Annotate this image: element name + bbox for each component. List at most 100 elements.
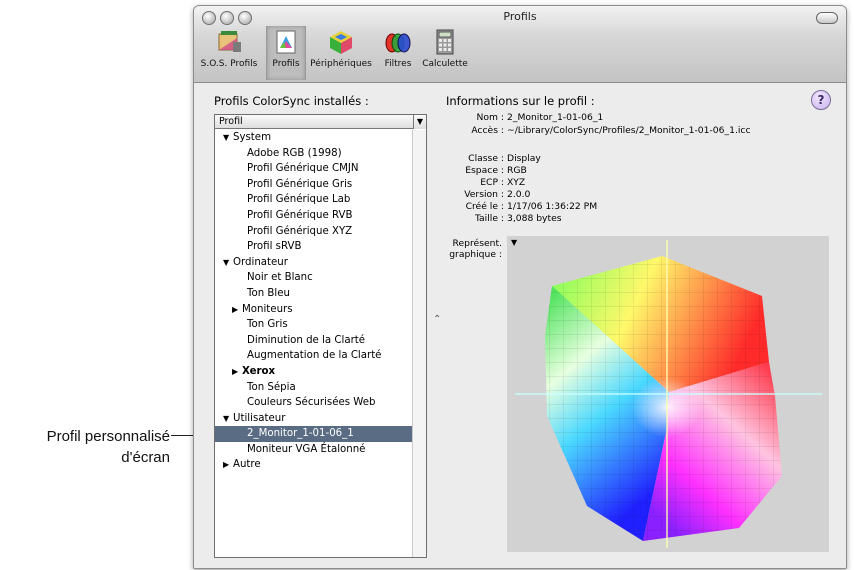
profile-list-item[interactable]: Moniteur VGA Étalonné bbox=[215, 442, 412, 458]
disclosure-closed-icon[interactable]: ▶ bbox=[232, 302, 242, 318]
profile-list-item-label: Profil Générique Lab bbox=[247, 194, 351, 206]
profile-list-item[interactable]: 2_Monitor_1-01-06_1 bbox=[215, 426, 412, 442]
disclosure-open-icon[interactable]: ▼ bbox=[223, 255, 233, 271]
profile-list-item-label: Moniteurs bbox=[242, 303, 293, 315]
profile-list-item[interactable]: ▶ Moniteurs bbox=[215, 302, 412, 318]
disclosure-closed-icon[interactable]: ▶ bbox=[223, 457, 233, 473]
profile-list-item[interactable]: ▼ Ordinateur bbox=[215, 255, 412, 271]
info-key: Accès : bbox=[471, 125, 504, 136]
profile-list-item-label: Utilisateur bbox=[233, 412, 286, 424]
profile-list-item-label: Xerox bbox=[242, 365, 276, 377]
profile-list-item[interactable]: Diminution de la Clarté bbox=[215, 333, 412, 349]
profile-rows: ▼ System Adobe RGB (1998) Profil Générique … bbox=[215, 130, 412, 473]
profile-list-item-label: Couleurs Sécurisées Web bbox=[247, 397, 376, 409]
profile-list-item[interactable]: Adobe RGB (1998) bbox=[215, 146, 412, 162]
info-value: 2.0.0 bbox=[507, 189, 531, 200]
profile-list-item[interactable]: Profil Générique RVB bbox=[215, 208, 412, 224]
gamut-graph[interactable] bbox=[507, 236, 829, 552]
profile-list-item[interactable]: Augmentation de la Clarté bbox=[215, 348, 412, 364]
profils-window: Profils S.O.S. Profils Profils Périphéri… bbox=[193, 5, 847, 569]
profile-list-item[interactable]: Ton Bleu bbox=[215, 286, 412, 302]
info-value: RGB bbox=[507, 165, 527, 176]
profils-icon bbox=[272, 28, 300, 56]
profile-list-item-label: Noir et Blanc bbox=[247, 272, 313, 284]
graph-label: Représent. graphique : bbox=[449, 238, 502, 260]
list-scrollbar[interactable] bbox=[412, 130, 426, 557]
info-value: 1/17/06 1:36:22 PM bbox=[507, 201, 598, 212]
tool-sos-profils[interactable]: S.O.S. Profils bbox=[196, 26, 262, 80]
info-value: ~/Library/ColorSync/Profiles/2_Monitor_1… bbox=[507, 125, 751, 136]
profile-list[interactable]: Profil ▼ ▼ System Adobe RGB (1998) Profil G… bbox=[214, 114, 427, 558]
window-title: Profils bbox=[503, 10, 537, 23]
sos-profils-icon bbox=[215, 28, 243, 56]
info-key: Taille : bbox=[474, 213, 504, 224]
tool-label: S.O.S. Profils bbox=[200, 59, 258, 69]
profile-list-item[interactable]: Profil sRVB bbox=[215, 239, 412, 255]
info-key: ECP : bbox=[480, 177, 504, 188]
info-value: Display bbox=[507, 153, 541, 164]
help-button[interactable]: ? bbox=[811, 90, 831, 110]
profile-list-item-label: Profil Générique XYZ bbox=[247, 225, 353, 237]
tool-profils[interactable]: Profils bbox=[266, 26, 306, 80]
tool-calculette[interactable]: Calculette bbox=[420, 26, 470, 80]
profile-list-item-label: Profil Générique RVB bbox=[247, 209, 353, 221]
callout-label: Profil personnalisé d'écran bbox=[0, 426, 170, 468]
profile-list-item[interactable]: ▶ Xerox bbox=[215, 364, 412, 380]
info-key: Espace : bbox=[465, 165, 504, 176]
profile-list-item[interactable]: ▶ Autre bbox=[215, 457, 412, 473]
tool-peripheriques[interactable]: Périphériques bbox=[306, 26, 376, 80]
profile-column-header[interactable]: Profil bbox=[215, 115, 413, 129]
tool-label: Filtres bbox=[384, 59, 412, 69]
profile-list-item-label: Ton Gris bbox=[247, 319, 288, 331]
profile-list-item-label: Profil Générique CMJN bbox=[247, 163, 359, 175]
gamut-plot bbox=[515, 240, 822, 548]
profile-list-item-label: Ordinateur bbox=[233, 256, 288, 268]
profile-list-item-label: Moniteur VGA Étalonné bbox=[247, 443, 366, 455]
profile-list-item-label: Adobe RGB (1998) bbox=[247, 147, 342, 159]
installed-profiles-label: Profils ColorSync installés : bbox=[214, 94, 369, 108]
profile-list-item-label: Augmentation de la Clarté bbox=[247, 350, 382, 362]
profile-list-item-label: Diminution de la Clarté bbox=[247, 334, 366, 346]
tool-label: Profils bbox=[272, 59, 300, 69]
info-value: XYZ bbox=[507, 177, 526, 188]
profile-list-item-label: Autre bbox=[233, 459, 261, 471]
profile-list-item[interactable]: ▼ Utilisateur bbox=[215, 411, 412, 427]
info-key: Créé le : bbox=[465, 201, 504, 212]
peripheriques-icon bbox=[327, 28, 355, 56]
window-titlebar: Profils S.O.S. Profils Profils Périphéri… bbox=[194, 6, 846, 83]
callout-line1: Profil personnalisé bbox=[46, 428, 170, 445]
profile-list-item[interactable]: Ton Gris bbox=[215, 317, 412, 333]
tool-filtres[interactable]: Filtres bbox=[378, 26, 418, 80]
profile-info-label: Informations sur le profil : bbox=[446, 94, 595, 108]
info-key: Classe : bbox=[468, 153, 504, 164]
profile-list-item-label: Ton Sépia bbox=[247, 381, 296, 393]
sort-arrow-icon[interactable]: ▼ bbox=[413, 115, 426, 129]
toolbar-toggle-button[interactable] bbox=[816, 12, 838, 24]
profile-list-item-label: Profil sRVB bbox=[247, 241, 302, 253]
disclosure-open-icon[interactable]: ▼ bbox=[223, 130, 233, 146]
graph-menu-icon[interactable]: ▼ bbox=[511, 238, 517, 247]
info-value: 2_Monitor_1-01-06_1 bbox=[507, 112, 604, 123]
tool-label: Périphériques bbox=[310, 59, 372, 69]
profile-list-item[interactable]: ▼ System bbox=[215, 130, 412, 146]
info-key: Nom : bbox=[476, 112, 504, 123]
disclosure-open-icon[interactable]: ▼ bbox=[223, 411, 233, 427]
calculette-icon bbox=[431, 28, 459, 56]
profile-list-item[interactable]: Ton Sépia bbox=[215, 380, 412, 396]
profile-list-item-label: System bbox=[233, 132, 271, 143]
info-value: 3,088 bytes bbox=[507, 213, 562, 224]
tool-label: Calculette bbox=[422, 59, 468, 69]
profile-list-item[interactable]: Profil Générique CMJN bbox=[215, 161, 412, 177]
profile-list-item[interactable]: Profil Générique Lab bbox=[215, 192, 412, 208]
callout-line2: d'écran bbox=[121, 449, 170, 466]
profile-list-item[interactable]: Profil Générique XYZ bbox=[215, 224, 412, 240]
profile-list-item[interactable]: Noir et Blanc bbox=[215, 270, 412, 286]
info-key: Version : bbox=[464, 189, 504, 200]
profile-list-item-label: Profil Générique Gris bbox=[247, 178, 353, 190]
profile-list-item-label: Ton Bleu bbox=[247, 287, 290, 299]
profile-list-item[interactable]: Couleurs Sécurisées Web bbox=[215, 395, 412, 411]
filtres-icon bbox=[384, 28, 412, 56]
splitter-handle-icon[interactable]: ⌃ bbox=[433, 314, 441, 325]
disclosure-closed-icon[interactable]: ▶ bbox=[232, 364, 242, 380]
profile-list-item[interactable]: Profil Générique Gris bbox=[215, 177, 412, 193]
